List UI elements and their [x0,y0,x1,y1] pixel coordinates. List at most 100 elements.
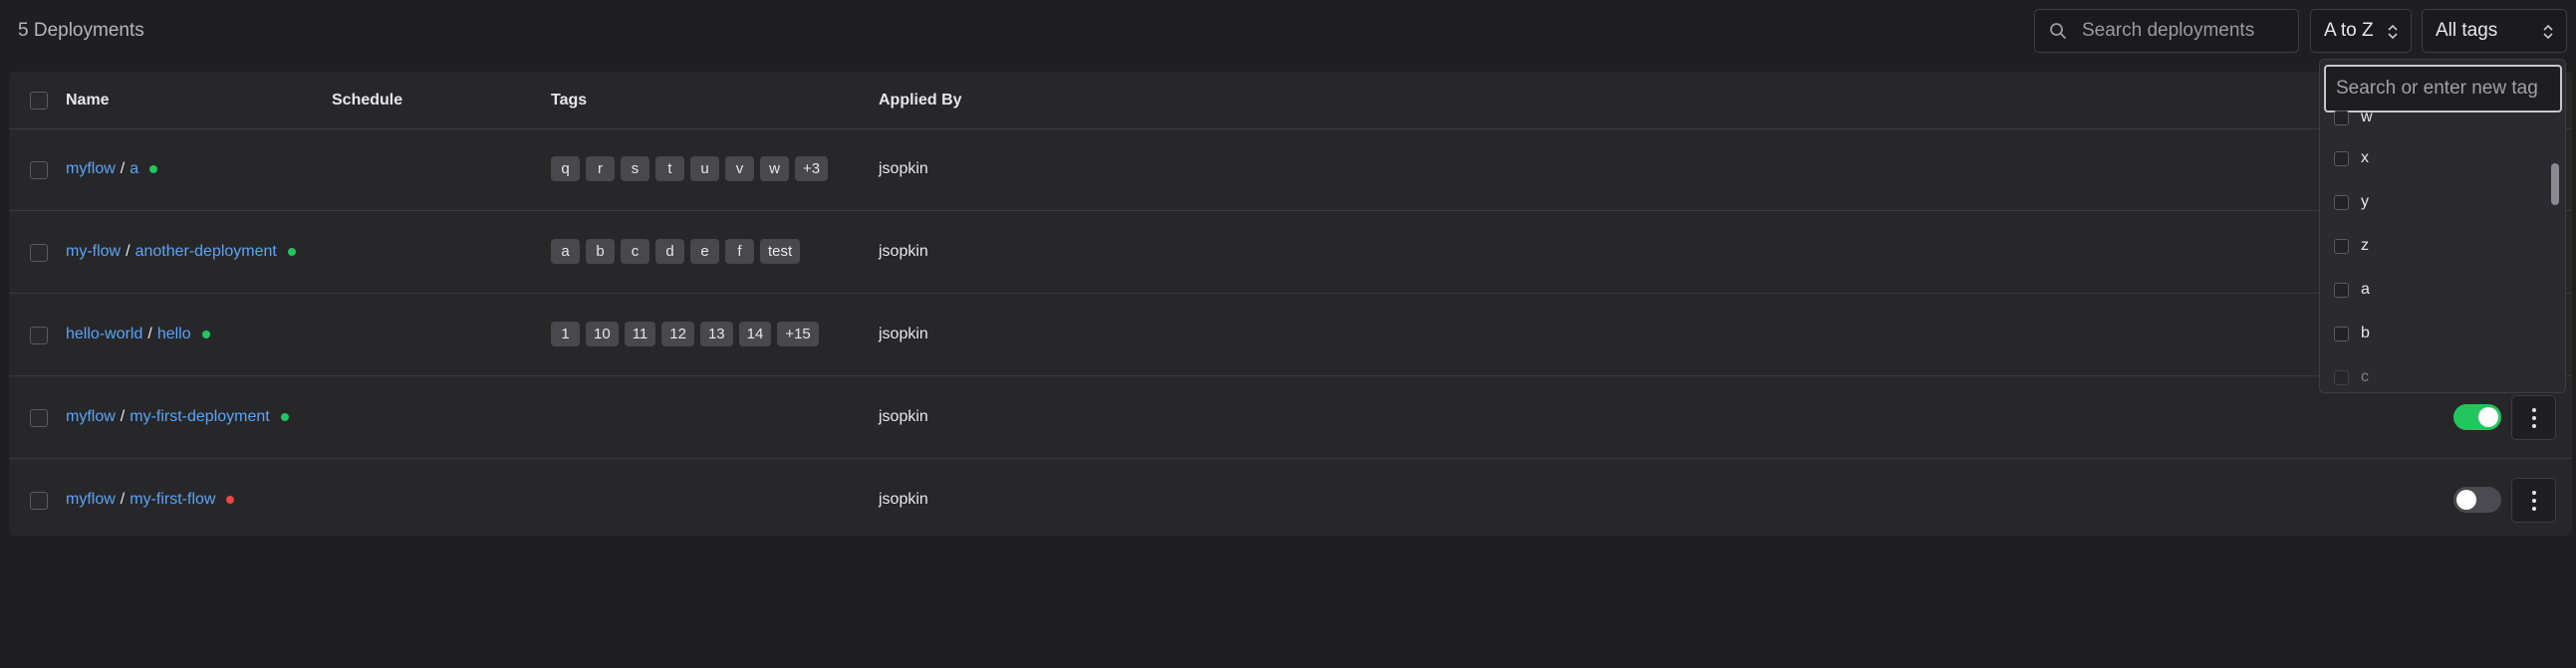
tag-overflow-badge[interactable]: +15 [777,322,819,346]
applied-by: jsopkin [879,243,928,260]
tag-badge: 12 [661,322,694,346]
tag-badge: u [690,156,719,181]
tag-badge: b [586,239,615,264]
tag-options-list[interactable]: w x y z a b c [2320,109,2551,392]
tag-option-checkbox[interactable] [2334,369,2349,385]
dropdown-scrollbar[interactable] [2551,115,2559,390]
tag-option[interactable]: b [2334,322,2370,345]
tag-badge: t [655,156,684,181]
sort-select[interactable]: A to Z [2310,9,2412,53]
tag-badge: 14 [738,322,772,346]
deployment-link[interactable]: my-first-flow [129,491,215,509]
column-header-schedule[interactable]: Schedule [332,92,402,110]
applied-by: jsopkin [879,491,928,508]
tag-option-label: a [2361,281,2370,298]
separator: / [120,160,126,177]
tag-badge: d [655,239,684,264]
tag-option[interactable]: x [2334,146,2369,170]
tag-option-checkbox[interactable] [2334,150,2349,166]
scrollbar-thumb[interactable] [2551,163,2559,205]
tag-option-checkbox[interactable] [2334,110,2349,125]
tag-search-input[interactable] [2336,78,2555,100]
status-dot [280,413,289,421]
tag-option[interactable]: w [2334,106,2373,129]
tag-badge: 13 [699,322,733,346]
flow-link[interactable]: hello-world [66,326,142,343]
status-dot [201,331,210,338]
tag-option-checkbox[interactable] [2334,238,2349,254]
applied-by: jsopkin [879,326,928,342]
chevron-up-down-icon [2543,24,2553,40]
tag-badge: a [551,239,580,264]
tag-option-label: w [2361,109,2373,125]
tag-option-label: c [2361,368,2369,385]
applied-by: jsopkin [879,160,928,177]
status-dot [149,165,158,173]
deployments-count: 5 Deployments [18,20,144,41]
row-checkbox[interactable] [30,161,48,179]
tag-option-checkbox[interactable] [2334,282,2349,298]
tag-badge: s [621,156,649,181]
tag-badge: f [725,239,754,264]
table-header: Name Schedule Tags Applied By [9,72,2572,129]
tag-option-checkbox[interactable] [2334,326,2349,341]
tag-option-label: z [2361,237,2369,254]
row-checkbox[interactable] [30,409,48,427]
status-dot [287,248,296,256]
search-icon [2050,23,2066,39]
tag-option-checkbox[interactable] [2334,194,2349,210]
search-input[interactable] [2082,20,2291,42]
select-all-checkbox[interactable] [30,92,48,110]
row-checkbox[interactable] [30,244,48,262]
status-dot [226,496,235,504]
search-deployments[interactable] [2034,9,2299,53]
tag-option[interactable]: z [2334,234,2369,258]
row-menu-button[interactable] [2511,478,2556,523]
flow-link[interactable]: my-flow [66,243,121,261]
tag-badge: v [725,156,754,181]
tag-badge: e [690,239,719,264]
tag-badge: 11 [624,322,656,346]
deployments-table: Name Schedule Tags Applied By myflow / a… [9,72,2572,536]
deployment-link[interactable]: my-first-deployment [129,408,269,426]
tag-badge: 1 [551,322,580,346]
deployment-link[interactable]: a [129,160,138,178]
deployment-name: my-flow / another-deployment [66,243,296,261]
table-row: hello-world / hello 1 10 11 12 13 14 +15… [9,295,2572,376]
column-header-tags[interactable]: Tags [551,92,587,110]
deployment-name: hello-world / hello [66,326,210,343]
kebab-menu-icon [2531,490,2536,511]
tag-option[interactable]: c [2334,365,2369,389]
tag-badge: c [621,239,649,264]
row-checkbox[interactable] [30,327,48,344]
column-header-name[interactable]: Name [66,92,110,110]
chevron-up-down-icon [2388,24,2398,40]
schedule-toggle[interactable] [2453,487,2501,513]
tag-option[interactable]: y [2334,190,2369,214]
column-header-applied-by[interactable]: Applied By [879,92,962,110]
tags-filter-value: All tags [2436,20,2498,41]
table-row: myflow / my-first-flow jsopkin [9,460,2572,542]
row-checkbox[interactable] [30,492,48,510]
row-menu-button[interactable] [2511,395,2556,440]
deployment-name: myflow / a [66,160,158,178]
schedule-toggle[interactable] [2453,404,2501,430]
separator: / [126,243,130,260]
flow-link[interactable]: myflow [66,160,116,178]
separator: / [120,491,126,508]
deployment-link[interactable]: hello [157,326,191,343]
tags-filter-select[interactable]: All tags [2422,9,2567,53]
flow-link[interactable]: myflow [66,408,116,426]
tag-badge: r [586,156,615,181]
flow-link[interactable]: myflow [66,491,116,509]
tag-badge: 10 [586,322,619,346]
tag-option[interactable]: a [2334,278,2370,302]
tags-dropdown: w x y z a b c [2319,59,2566,393]
separator: / [120,408,126,425]
kebab-menu-icon [2531,407,2536,428]
table-row: myflow / a q r s t u v w +3 jsopkin [9,129,2572,211]
table-row: my-flow / another-deployment a b c d e f… [9,212,2572,294]
tag-overflow-badge[interactable]: +3 [795,156,829,181]
deployment-link[interactable]: another-deployment [135,243,277,261]
toggle-knob [2478,407,2498,427]
